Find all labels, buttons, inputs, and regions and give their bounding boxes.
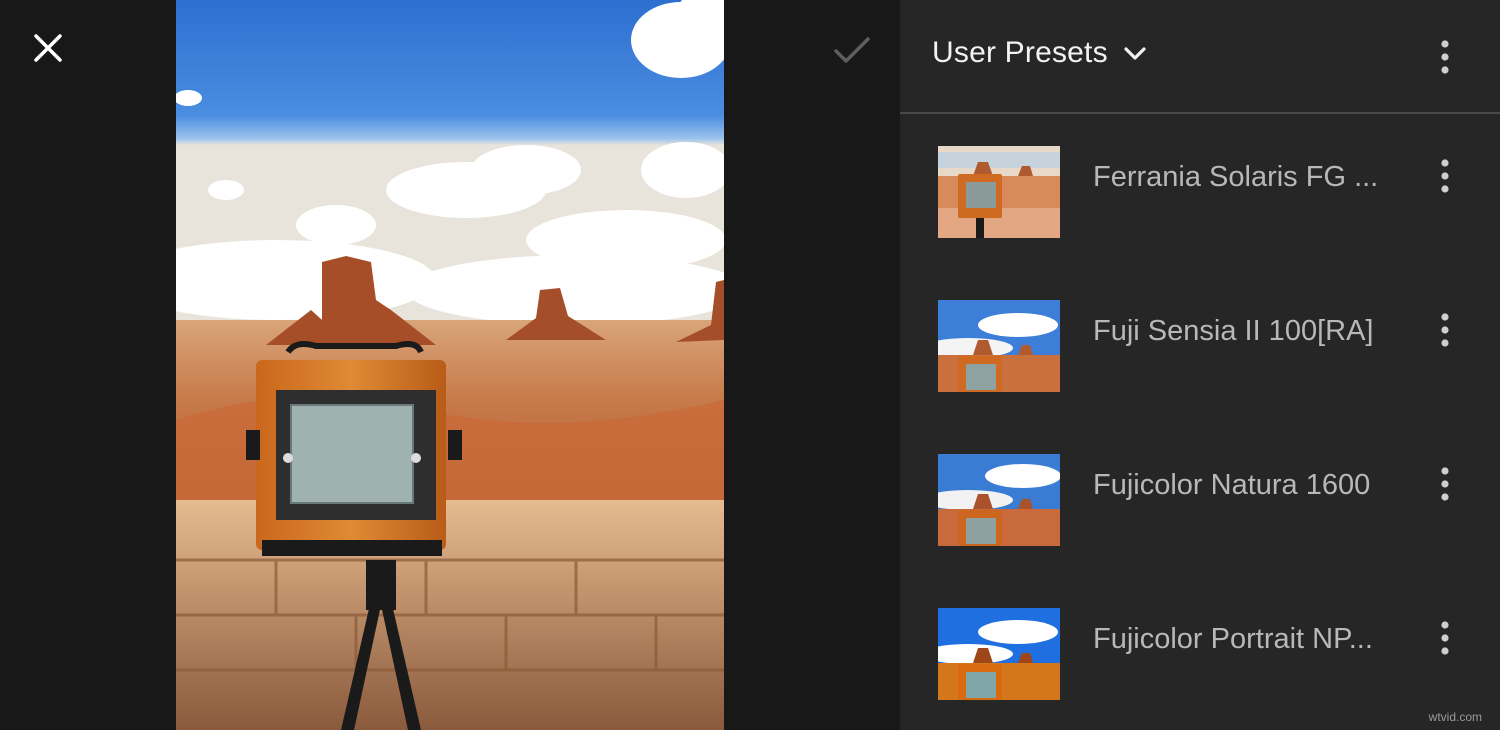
photo-preview xyxy=(176,0,724,730)
more-vertical-icon[interactable] xyxy=(1435,464,1455,504)
check-icon xyxy=(834,37,870,63)
presets-header: User Presets xyxy=(900,0,1500,114)
preset-thumbnail xyxy=(938,454,1060,546)
preset-label: Fujicolor Portrait NP... xyxy=(1093,623,1373,655)
presets-title: User Presets xyxy=(932,36,1108,69)
confirm-button[interactable] xyxy=(830,30,874,70)
preset-item[interactable]: Fujicolor Natura 1600 xyxy=(900,424,1500,578)
preset-group-dropdown[interactable]: User Presets xyxy=(932,36,1148,70)
preset-label: Ferrania Solaris FG ... xyxy=(1093,161,1379,193)
more-vertical-icon[interactable] xyxy=(1435,156,1455,196)
more-vertical-icon[interactable] xyxy=(1435,310,1455,350)
more-vertical-icon[interactable] xyxy=(1435,618,1455,658)
close-button[interactable] xyxy=(26,26,70,70)
preset-thumbnail xyxy=(938,146,1060,238)
presets-panel: User Presets Ferrania Solaris FG ... Fuj… xyxy=(900,0,1500,730)
more-vertical-icon[interactable] xyxy=(1435,37,1455,77)
preset-label: Fuji Sensia II 100[RA] xyxy=(1093,315,1374,347)
preset-list: Ferrania Solaris FG ... Fuji Sensia II 1… xyxy=(900,116,1500,730)
preset-item[interactable]: Fuji Sensia II 100[RA] xyxy=(900,270,1500,424)
editor-canvas xyxy=(0,0,900,730)
preset-item[interactable]: Ferrania Solaris FG ... xyxy=(900,116,1500,270)
close-icon xyxy=(34,34,62,62)
chevron-down-icon xyxy=(1124,47,1146,60)
preset-item[interactable]: Fujicolor Portrait NP... xyxy=(900,578,1500,730)
preset-thumbnail xyxy=(938,300,1060,392)
preset-label: Fujicolor Natura 1600 xyxy=(1093,469,1371,501)
preset-thumbnail xyxy=(938,608,1060,700)
watermark-text: wtvid.com xyxy=(1428,710,1482,724)
